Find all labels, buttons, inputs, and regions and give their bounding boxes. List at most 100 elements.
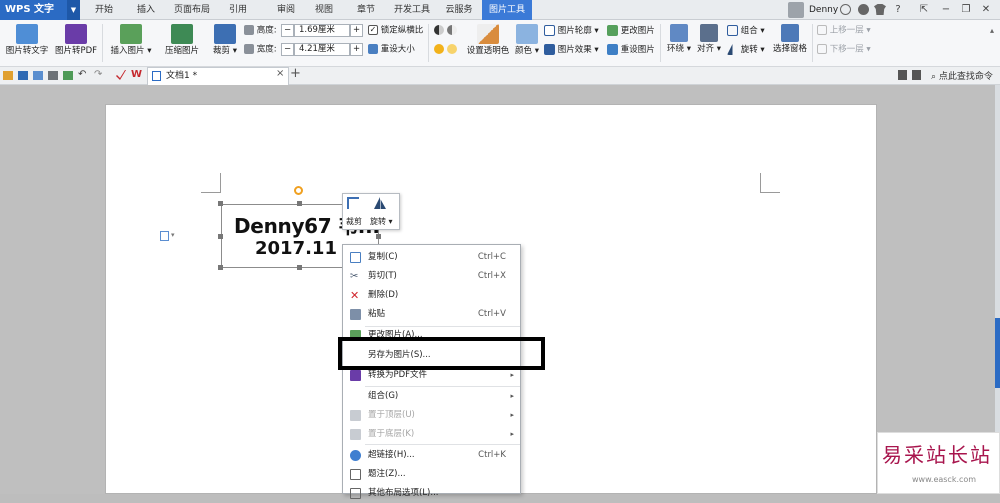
width-increment-button[interactable]: +: [350, 43, 363, 56]
compress-picture-button[interactable]: 压缩图片: [162, 24, 202, 57]
tab-picture-tools[interactable]: 图片工具: [482, 0, 532, 20]
insert-picture-button[interactable]: 插入图片 ▾: [108, 24, 154, 57]
tab-home[interactable]: 开始: [86, 0, 122, 20]
chevron-down-icon[interactable]: ▼: [67, 0, 80, 20]
change-picture-button[interactable]: 更改图片: [607, 25, 655, 37]
wrap-label: 环绕: [667, 44, 685, 54]
pic-to-text-icon: [16, 24, 38, 44]
watermark: 易采站长站 www.easck.com: [877, 432, 1000, 494]
print-preview-icon[interactable]: [63, 71, 73, 80]
mini-rotate-label[interactable]: 旋转 ▾: [370, 216, 393, 227]
document-tab[interactable]: 文档1 *: [147, 67, 289, 85]
width-icon: [244, 44, 254, 54]
open-icon[interactable]: [3, 71, 13, 80]
submenu-arrow-icon: ▸: [510, 411, 514, 419]
new-tab-icon[interactable]: +: [290, 66, 301, 81]
align-button[interactable]: 对齐 ▾: [696, 24, 722, 55]
settings-icon[interactable]: [840, 4, 851, 15]
user-name[interactable]: Denny: [809, 0, 838, 20]
save-as-icon[interactable]: [33, 71, 43, 80]
ribbon-divider: [660, 24, 661, 62]
redo-icon[interactable]: ↷: [94, 69, 102, 80]
resize-handle[interactable]: [297, 265, 302, 270]
pdf-icon: [350, 370, 361, 381]
resize-handle[interactable]: [218, 201, 223, 206]
chevron-down-icon[interactable]: ▾: [171, 231, 175, 239]
menu-item-copy[interactable]: 复制(C) Ctrl+C: [343, 248, 520, 267]
brightness-buttons[interactable]: [434, 44, 457, 56]
reset-size-button[interactable]: 重设大小: [368, 44, 415, 56]
menu-item-delete[interactable]: ✕ 删除(D): [343, 286, 520, 305]
feedback-icon[interactable]: [912, 70, 921, 80]
menu-item-hyperlink[interactable]: 超链接(H)... Ctrl+K: [343, 446, 520, 465]
doc-help-icon[interactable]: [898, 70, 907, 80]
restore-ribbon-icon[interactable]: ⇱: [916, 3, 932, 17]
tab-insert[interactable]: 插入: [128, 0, 164, 20]
wps-logo-icon[interactable]: W: [131, 69, 142, 80]
pic-to-pdf-button[interactable]: 图片转PDF: [54, 24, 98, 57]
caption-icon: [350, 469, 361, 480]
tab-references[interactable]: 引用: [220, 0, 256, 20]
search-command-input[interactable]: ⌕ 点此查找命令: [931, 69, 993, 82]
menu-item-paste[interactable]: 粘贴 Ctrl+V: [343, 305, 520, 324]
pic-to-text-button[interactable]: 图片转文字: [5, 24, 49, 57]
contrast-buttons[interactable]: [434, 25, 457, 37]
tab-chapter[interactable]: 章节: [348, 0, 384, 20]
change-picture-icon: [607, 25, 618, 36]
height-increment-button[interactable]: +: [350, 24, 363, 37]
send-backward-button[interactable]: 下移一层 ▾: [817, 44, 871, 56]
height-label: 高度:: [256, 25, 277, 36]
width-input[interactable]: 4.21厘米: [294, 43, 350, 56]
help-icon[interactable]: ?: [890, 3, 906, 17]
tab-developer[interactable]: 开发工具: [390, 0, 434, 20]
save-icon[interactable]: [18, 71, 28, 80]
menu-item-caption[interactable]: 题注(Z)...: [343, 465, 520, 484]
tab-page-layout[interactable]: 页面布局: [170, 0, 214, 20]
undo-icon[interactable]: ↶: [78, 69, 86, 80]
tab-cloud[interactable]: 云服务: [440, 0, 478, 20]
selection-pane-label: 选择窗格: [772, 44, 807, 54]
rotate-button[interactable]: 旋转 ▾: [727, 44, 765, 56]
resize-handle[interactable]: [218, 265, 223, 270]
tab-review[interactable]: 审阅: [268, 0, 304, 20]
wrap-button[interactable]: 环绕 ▾: [666, 24, 692, 55]
menu-item-cut[interactable]: ✂ 剪切(T) Ctrl+X: [343, 267, 520, 286]
color-button[interactable]: 颜色 ▾: [513, 24, 541, 57]
picture-outline-button[interactable]: 图片轮廓 ▾: [544, 25, 599, 37]
crop-button[interactable]: 裁剪 ▾: [211, 24, 239, 57]
lock-ratio-checkbox[interactable]: ✓ 锁定纵横比: [368, 25, 423, 37]
resize-handle[interactable]: [376, 234, 381, 239]
side-panel-toggle[interactable]: [995, 318, 1000, 388]
avatar[interactable]: [788, 2, 804, 18]
lock-ratio-label: 锁定纵横比: [380, 25, 424, 36]
menu-separator: [365, 444, 520, 445]
reset-picture-button[interactable]: 重设图片: [607, 44, 655, 56]
height-input[interactable]: 1.69厘米: [294, 24, 350, 37]
group-button[interactable]: 组合 ▾: [727, 25, 765, 37]
app-menu-button[interactable]: WPS 文字 ▼: [0, 0, 80, 20]
crop-icon[interactable]: [347, 197, 359, 209]
crop-label: 裁剪: [213, 46, 231, 56]
resize-handle[interactable]: [297, 201, 302, 206]
skin-icon[interactable]: [858, 4, 869, 15]
color-label: 颜色: [515, 46, 533, 56]
selection-pane-button[interactable]: 选择窗格: [772, 24, 808, 55]
reset-size-icon: [368, 44, 378, 54]
paragraph-layout-icon[interactable]: [160, 231, 169, 241]
width-decrement-button[interactable]: −: [281, 43, 294, 56]
bring-forward-button[interactable]: 上移一层 ▾: [817, 25, 871, 37]
minimize-icon[interactable]: −: [938, 3, 954, 17]
resize-handle[interactable]: [218, 234, 223, 239]
tab-view[interactable]: 视图: [306, 0, 342, 20]
mini-crop-label[interactable]: 裁剪: [346, 216, 362, 227]
height-decrement-button[interactable]: −: [281, 24, 294, 37]
maximize-icon[interactable]: ❐: [958, 3, 974, 17]
close-tab-icon[interactable]: ×: [276, 68, 284, 79]
menu-item-group[interactable]: 组合(G) ▸: [343, 387, 520, 406]
close-icon[interactable]: ✕: [978, 3, 994, 17]
picture-effect-button[interactable]: 图片效果 ▾: [544, 44, 599, 56]
print-icon[interactable]: [48, 71, 58, 80]
ribbon-collapse-icon[interactable]: ▴: [990, 26, 994, 35]
rotate-handle-icon[interactable]: [294, 186, 303, 195]
set-transparent-button[interactable]: 设置透明色: [465, 24, 511, 57]
